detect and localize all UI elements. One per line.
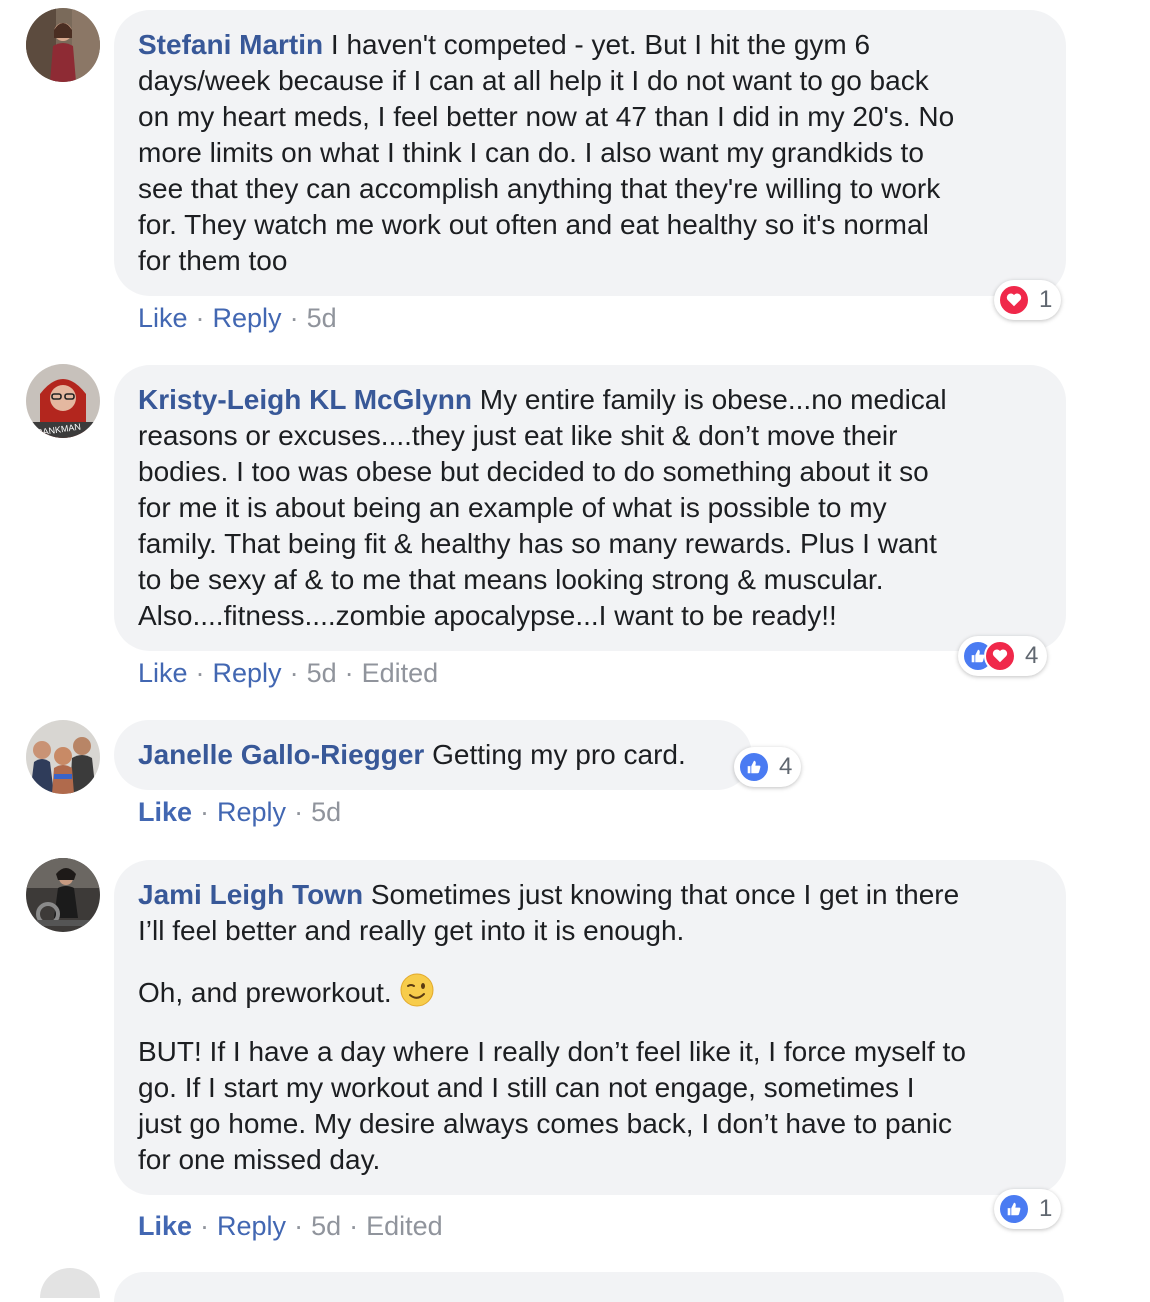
comment-actions: Like · Reply · 5d · Edited [138, 655, 438, 691]
timestamp[interactable]: 5d [307, 658, 337, 688]
comment-line: bodies. I too was obese but decided to d… [138, 456, 929, 487]
comment-actions: Like · Reply · 5d [138, 794, 341, 830]
reaction-count: 4 [1025, 642, 1039, 669]
comment-bubble: Stefani Martin I haven't competed - yet.… [114, 10, 1066, 296]
reaction-summary[interactable]: 1 [994, 280, 1062, 320]
comment-line: family. That being fit & healthy has so … [138, 528, 937, 559]
comment-line: see that they can accomplish anything th… [138, 173, 941, 204]
like-link[interactable]: Like [138, 658, 188, 688]
reaction-count: 1 [1039, 1195, 1053, 1222]
love-reaction-icon [984, 640, 1016, 672]
comment-line: for me it is about being an example of w… [138, 492, 887, 523]
commenter-name[interactable]: Janelle Gallo-Riegger [138, 739, 424, 770]
reaction-count: 4 [779, 753, 793, 780]
reply-link[interactable]: Reply [217, 1211, 286, 1241]
love-reaction-icon [998, 284, 1030, 316]
reply-link[interactable]: Reply [213, 658, 282, 688]
timestamp[interactable]: 5d [307, 303, 337, 333]
commenter-name[interactable]: Kristy-Leigh KL McGlynn [138, 384, 472, 415]
separator-dot: · [195, 658, 205, 688]
separator-dot: · [294, 797, 304, 827]
like-link[interactable]: Like [138, 303, 188, 333]
comment-line: BUT! If I have a day where I really don’… [138, 1036, 966, 1067]
separator-dot: · [289, 303, 299, 333]
separator-dot: · [200, 797, 210, 827]
edited-label[interactable]: Edited [366, 1211, 443, 1241]
comment-bubble: Jami Leigh Town Sometimes just knowing t… [114, 860, 1066, 1195]
reaction-summary[interactable]: 1 [994, 1189, 1062, 1229]
avatar[interactable] [26, 858, 100, 932]
commenter-name[interactable]: Stefani Martin [138, 29, 323, 60]
comment-paragraph: Oh, and preworkout. [138, 972, 1042, 1011]
separator-dot: · [349, 1211, 359, 1241]
reaction-count: 1 [1039, 286, 1053, 313]
comment-line: Sometimes just knowing that once I get i… [370, 879, 960, 910]
separator-dot: · [344, 658, 354, 688]
comment-paragraph: BUT! If I have a day where I really don’… [138, 1034, 1042, 1178]
comment-line: to be sexy af & to me that means looking… [138, 564, 884, 595]
avatar[interactable] [26, 720, 100, 794]
commenter-name[interactable]: Jami Leigh Town [138, 879, 363, 910]
reaction-summary[interactable]: 4 [734, 747, 802, 787]
reaction-summary[interactable]: 4 [958, 636, 1048, 676]
like-link[interactable]: Like [138, 797, 192, 827]
comment-line: on my heart meds, I feel better now at 4… [138, 101, 955, 132]
separator-dot: · [200, 1211, 210, 1241]
comment-line: for. They watch me work out often and ea… [138, 209, 929, 240]
edited-label[interactable]: Edited [362, 658, 439, 688]
separator-dot: · [195, 303, 205, 333]
separator-dot: · [289, 658, 299, 688]
comment-line: days/week because if I can at all help i… [138, 65, 929, 96]
avatar[interactable] [40, 1268, 100, 1298]
separator-dot: · [294, 1211, 304, 1241]
comment-line: just go home. My desire always comes bac… [138, 1108, 952, 1139]
reply-link[interactable]: Reply [213, 303, 282, 333]
comment-line: I’ll feel better and really get into it … [138, 915, 685, 946]
comment-actions: Like · Reply · 5d · Edited [138, 1208, 443, 1244]
comment-line: Getting my pro card. [432, 739, 686, 770]
comment-line: My entire family is obese...no medical [479, 384, 947, 415]
comment-paragraph: Jami Leigh Town Sometimes just knowing t… [138, 877, 1042, 949]
like-reaction-icon [998, 1193, 1030, 1225]
comment-bubble: Kristy-Leigh KL McGlynn My entire family… [114, 365, 1066, 651]
comment-line: Oh, and preworkout. [138, 977, 392, 1008]
comment-actions: Like · Reply · 5d [138, 300, 337, 336]
winking-face-emoji-icon [399, 972, 435, 1008]
comment-line: Also....fitness....zombie apocalypse...I… [138, 600, 837, 631]
comment-line: go. If I start my workout and I still ca… [138, 1072, 915, 1103]
comment-line: reasons or excuses....they just eat like… [138, 420, 898, 451]
reply-link[interactable]: Reply [217, 797, 286, 827]
comment-line: for one missed day. [138, 1144, 381, 1175]
avatar[interactable]: PRANKMAN [26, 364, 100, 438]
timestamp[interactable]: 5d [311, 797, 341, 827]
comment-line: I haven't competed - yet. But I hit the … [330, 29, 871, 60]
comment-line: for them too [138, 245, 288, 276]
comment-line: more limits on what I think I can do. I … [138, 137, 924, 168]
like-link[interactable]: Like [138, 1211, 192, 1241]
comment-bubble: Janelle Gallo-Riegger Getting my pro car… [114, 720, 752, 790]
avatar[interactable] [26, 8, 100, 82]
comment-bubble [114, 1272, 1064, 1302]
like-reaction-icon [738, 751, 770, 783]
timestamp[interactable]: 5d [311, 1211, 341, 1241]
